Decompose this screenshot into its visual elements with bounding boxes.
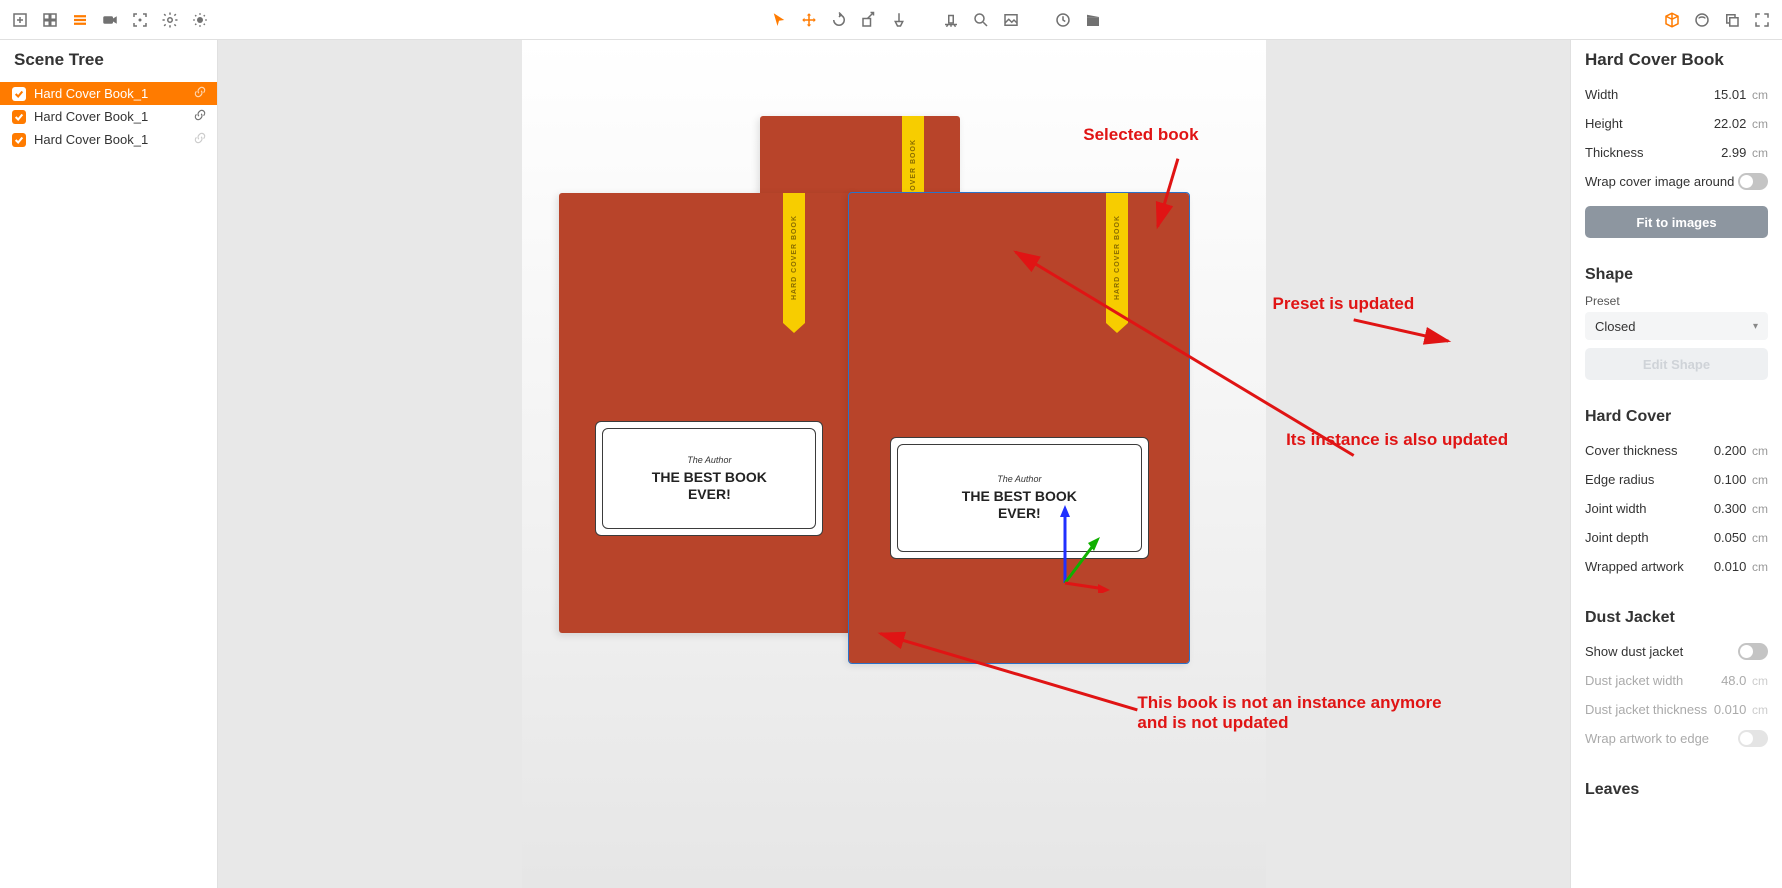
snap-tool-icon[interactable]	[885, 6, 913, 34]
hardcover-heading: Hard Cover	[1585, 408, 1768, 426]
show-dustjacket-toggle[interactable]	[1738, 643, 1768, 660]
add-icon[interactable]	[6, 6, 34, 34]
cube-icon[interactable]	[1658, 6, 1686, 34]
focus-icon[interactable]	[126, 6, 154, 34]
grid-icon[interactable]	[36, 6, 64, 34]
dustjacket-heading: Dust Jacket	[1585, 609, 1768, 627]
properties-panel: Hard Cover Book Width 15.01 cm Height 22…	[1570, 40, 1782, 888]
height-label: Height	[1585, 116, 1623, 131]
thickness-value[interactable]: 2.99	[1721, 145, 1746, 160]
scene-tree-panel: Scene Tree Hard Cover Book_1 Hard Cover B…	[0, 40, 218, 888]
thickness-label: Thickness	[1585, 145, 1644, 160]
gear-icon[interactable]	[156, 6, 184, 34]
tree-item-2[interactable]: Hard Cover Book_1	[0, 128, 217, 151]
move-tool-icon[interactable]	[795, 6, 823, 34]
show-dustjacket-label: Show dust jacket	[1585, 644, 1683, 659]
camera-icon[interactable]	[96, 6, 124, 34]
shape-heading: Shape	[1585, 266, 1768, 284]
fullscreen-icon[interactable]	[1748, 6, 1776, 34]
tree-item-label: Hard Cover Book_1	[34, 132, 185, 147]
panel-title: Hard Cover Book	[1585, 50, 1768, 70]
height-value[interactable]: 22.02	[1714, 116, 1747, 131]
scale-tool-icon[interactable]	[855, 6, 883, 34]
select-tool-icon[interactable]	[765, 6, 793, 34]
brightness-icon[interactable]	[186, 6, 214, 34]
visibility-checkbox[interactable]	[12, 110, 26, 124]
tree-item-1[interactable]: Hard Cover Book_1	[0, 105, 217, 128]
rotate-tool-icon[interactable]	[825, 6, 853, 34]
layer-icon[interactable]	[1718, 6, 1746, 34]
link-icon	[193, 85, 207, 102]
visibility-checkbox[interactable]	[12, 87, 26, 101]
leaves-heading: Leaves	[1585, 781, 1768, 799]
preset-select[interactable]: Closed▾	[1585, 312, 1768, 340]
clapper-icon[interactable]	[1079, 6, 1107, 34]
ground-icon[interactable]	[937, 6, 965, 34]
top-toolbar	[0, 0, 1782, 40]
material-icon[interactable]	[1688, 6, 1716, 34]
scene-tree-title: Scene Tree	[0, 40, 217, 78]
link-icon	[193, 131, 207, 148]
book-selected[interactable]: HARD COVER BOOK The Author THE BEST BOOK…	[849, 193, 1189, 663]
preset-label: Preset	[1585, 294, 1768, 308]
width-value[interactable]: 15.01	[1714, 87, 1747, 102]
wrap-artwork-toggle	[1738, 730, 1768, 747]
tree-item-0[interactable]: Hard Cover Book_1	[0, 82, 217, 105]
viewport[interactable]: HARD COVER BOOK The Author THE BEST BOOK…	[218, 40, 1570, 888]
visibility-checkbox[interactable]	[12, 133, 26, 147]
wrap-artwork-label: Wrap artwork to edge	[1585, 731, 1709, 746]
link-icon	[193, 108, 207, 125]
edit-shape-button: Edit Shape	[1585, 348, 1768, 380]
image-icon[interactable]	[997, 6, 1025, 34]
list-icon[interactable]	[66, 6, 94, 34]
annotation-instance-updated: Its instance is also updated	[1286, 430, 1508, 450]
search-icon[interactable]	[967, 6, 995, 34]
wrap-cover-label: Wrap cover image around	[1585, 174, 1734, 189]
annotation-preset-updated: Preset is updated	[1273, 294, 1415, 314]
fit-to-images-button[interactable]: Fit to images	[1585, 206, 1768, 238]
tree-item-label: Hard Cover Book_1	[34, 109, 185, 124]
tree-item-label: Hard Cover Book_1	[34, 86, 185, 101]
wrap-cover-toggle[interactable]	[1738, 173, 1768, 190]
width-label: Width	[1585, 87, 1618, 102]
book-not-instance[interactable]: HARD COVER BOOK The Author THE BEST BOOK…	[559, 193, 859, 633]
time-icon[interactable]	[1049, 6, 1077, 34]
